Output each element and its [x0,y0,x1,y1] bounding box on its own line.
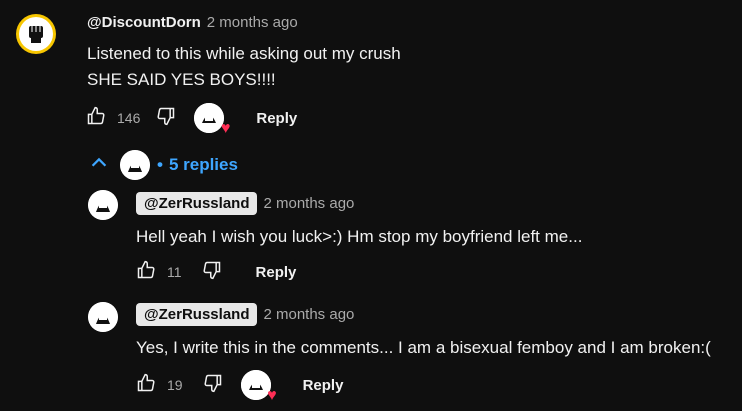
reply-actions: 19 ♥ Reply [136,370,344,404]
fist-icon [19,17,53,51]
author-handle[interactable]: @ZerRussland [136,192,258,215]
chevron-up-icon [88,152,110,179]
reply-button[interactable]: Reply [256,264,297,281]
reply-text: Yes, I write this in the comments... I a… [136,338,711,357]
author-handle[interactable]: @ZerRussland [136,303,258,326]
like-count: 11 [167,264,182,280]
like-icon[interactable] [136,373,156,398]
like-count: 146 [117,110,141,126]
heart-icon: ♥ [267,387,277,404]
dislike-icon[interactable] [203,373,223,398]
reply-button[interactable]: Reply [303,377,344,394]
dislike-icon[interactable] [156,106,176,131]
comment-time[interactable]: 2 months ago [263,306,354,323]
heart-icon: ♥ [220,120,231,137]
avatar[interactable] [16,14,56,54]
avatar[interactable] [88,190,118,220]
avatar [120,150,150,180]
dislike-icon[interactable] [202,260,222,285]
reply-header: @ZerRussland 2 months ago [136,303,354,326]
comment-line: SHE SAID YES BOYS!!!! [87,70,276,89]
like-icon[interactable] [136,260,156,285]
replies-toggle[interactable]: • 5 replies [88,150,238,180]
like-count: 19 [167,377,183,393]
comment-time[interactable]: 2 months ago [207,14,298,31]
avatar[interactable] [88,302,118,332]
like-icon[interactable] [86,106,106,131]
reply-header: @ZerRussland 2 months ago [136,192,354,215]
creator-heart-avatar: ♥ [240,370,277,404]
reply-button[interactable]: Reply [256,110,297,127]
comment-text: Listened to this while asking out my cru… [87,41,401,93]
comment-header: @DiscountDorn 2 months ago [87,14,298,31]
comment-line: Listened to this while asking out my cru… [87,44,401,63]
reply-text: Hell yeah I wish you luck>:) Hm stop my … [136,227,583,246]
author-handle[interactable]: @DiscountDorn [87,14,201,31]
replies-dot: • [157,155,163,174]
creator-heart-avatar: ♥ [194,103,230,137]
reply-actions: 11 Reply [136,259,296,285]
comment-actions: 146 ♥ Reply [86,103,297,137]
comment-time[interactable]: 2 months ago [263,195,354,212]
replies-count-label: 5 replies [168,155,238,174]
